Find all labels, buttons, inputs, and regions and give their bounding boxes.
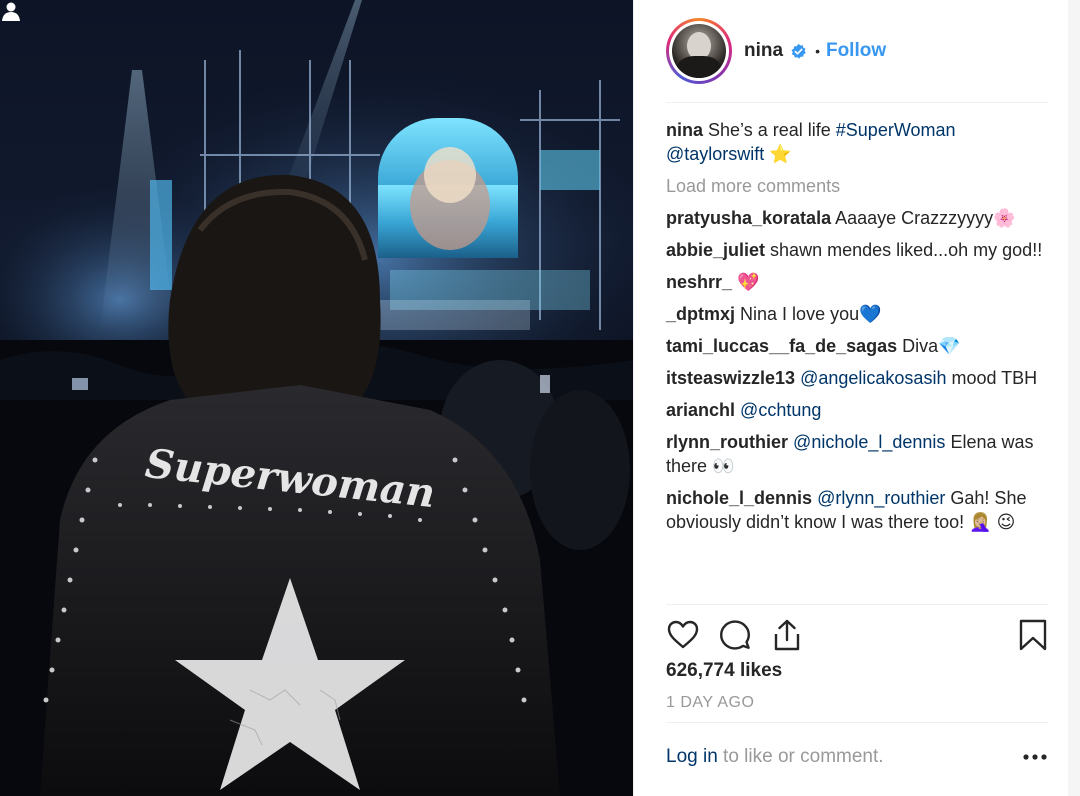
comment-mention[interactable]: @cchtung bbox=[740, 400, 821, 420]
separator-dot: • bbox=[815, 43, 820, 59]
comment-item: tami_luccas__fa_de_sagas Diva💎 bbox=[666, 334, 1050, 358]
comment-item: arianchl @cchtung bbox=[666, 398, 1050, 422]
comment-username[interactable]: pratyusha_koratala bbox=[666, 208, 831, 228]
user-tag-icon[interactable] bbox=[0, 0, 22, 22]
caption-hashtag[interactable]: #SuperWoman bbox=[836, 120, 956, 140]
avatar[interactable] bbox=[672, 24, 726, 78]
footer-divider bbox=[666, 722, 1048, 723]
more-options-icon[interactable] bbox=[1022, 752, 1048, 762]
load-more-comments-button[interactable]: Load more comments bbox=[666, 174, 1050, 198]
action-bar bbox=[666, 616, 1048, 654]
comment-text: mood TBH bbox=[946, 368, 1038, 388]
login-prompt-text: to like or comment. bbox=[717, 746, 884, 767]
comment-username[interactable]: abbie_juliet bbox=[666, 240, 765, 260]
like-count[interactable]: 626,774 likes bbox=[666, 660, 782, 682]
comment-mention[interactable]: @nichole_l_dennis bbox=[793, 432, 945, 452]
verified-badge-icon bbox=[791, 43, 806, 59]
comments-section: nina She’s a real life #SuperWoman @tayl… bbox=[666, 118, 1050, 542]
post-side-panel: nina • Follow nina She’s a real life #Su… bbox=[633, 0, 1080, 796]
heart-icon[interactable] bbox=[666, 618, 700, 652]
comment-item: abbie_juliet shawn mendes liked...oh my … bbox=[666, 238, 1050, 262]
comment-item: itsteaswizzle13 @angelicakosasih mood TB… bbox=[666, 366, 1050, 390]
comment-icon[interactable] bbox=[718, 618, 752, 652]
comment-item: rlynn_routhier @nichole_l_dennis Elena w… bbox=[666, 430, 1050, 478]
comment-text: Diva💎 bbox=[902, 336, 961, 356]
comment-item: _dptmxj Nina I love you💙 bbox=[666, 302, 1050, 326]
comment-mention[interactable]: @angelicakosasih bbox=[800, 368, 946, 388]
comment-item: nichole_l_dennis @rlynn_routhier Gah! Sh… bbox=[666, 486, 1050, 534]
comment-text: shawn mendes liked...oh my god!! bbox=[770, 240, 1043, 260]
caption-emoji: ⭐ bbox=[769, 144, 792, 164]
comment-username[interactable]: tami_luccas__fa_de_sagas bbox=[666, 336, 897, 356]
follow-button[interactable]: Follow bbox=[826, 40, 886, 62]
comment-item: neshrr_ 💖 bbox=[666, 270, 1050, 294]
comment-mention[interactable]: @rlynn_routhier bbox=[817, 488, 945, 508]
share-icon[interactable] bbox=[770, 618, 804, 652]
post-author-username[interactable]: nina bbox=[744, 40, 783, 62]
header-divider bbox=[666, 102, 1048, 103]
comment-username[interactable]: itsteaswizzle13 bbox=[666, 368, 795, 388]
bookmark-icon[interactable] bbox=[1016, 618, 1050, 652]
caption-text: She’s a real life bbox=[708, 120, 836, 140]
comment-username[interactable]: nichole_l_dennis bbox=[666, 488, 812, 508]
comment-username[interactable]: arianchl bbox=[666, 400, 735, 420]
caption: nina She’s a real life #SuperWoman @tayl… bbox=[666, 118, 1050, 166]
actions-divider bbox=[666, 604, 1048, 605]
login-prompt: Log in to like or comment. bbox=[666, 746, 1048, 768]
caption-mention[interactable]: @taylorswift bbox=[666, 144, 764, 164]
comment-username[interactable]: _dptmxj bbox=[666, 304, 735, 324]
post-header: nina • Follow bbox=[666, 18, 1046, 84]
comment-username[interactable]: rlynn_routhier bbox=[666, 432, 788, 452]
comment-text: 💖 bbox=[737, 272, 760, 292]
comment-username[interactable]: neshrr_ bbox=[666, 272, 732, 292]
scrollbar-track[interactable] bbox=[1068, 0, 1080, 796]
concert-photo-illustration: Superwoman bbox=[0, 0, 633, 796]
post-photo[interactable]: Superwoman bbox=[0, 0, 633, 796]
comment-text: Aaaaye Crazzzyyyy🌸 bbox=[835, 208, 1016, 228]
story-ring[interactable] bbox=[666, 18, 732, 84]
login-link[interactable]: Log in bbox=[666, 746, 718, 767]
post-timestamp: 1 DAY AGO bbox=[666, 694, 755, 711]
caption-username[interactable]: nina bbox=[666, 120, 703, 140]
comment-item: pratyusha_koratala Aaaaye Crazzzyyyy🌸 bbox=[666, 206, 1050, 230]
comment-text: Nina I love you💙 bbox=[740, 304, 882, 324]
